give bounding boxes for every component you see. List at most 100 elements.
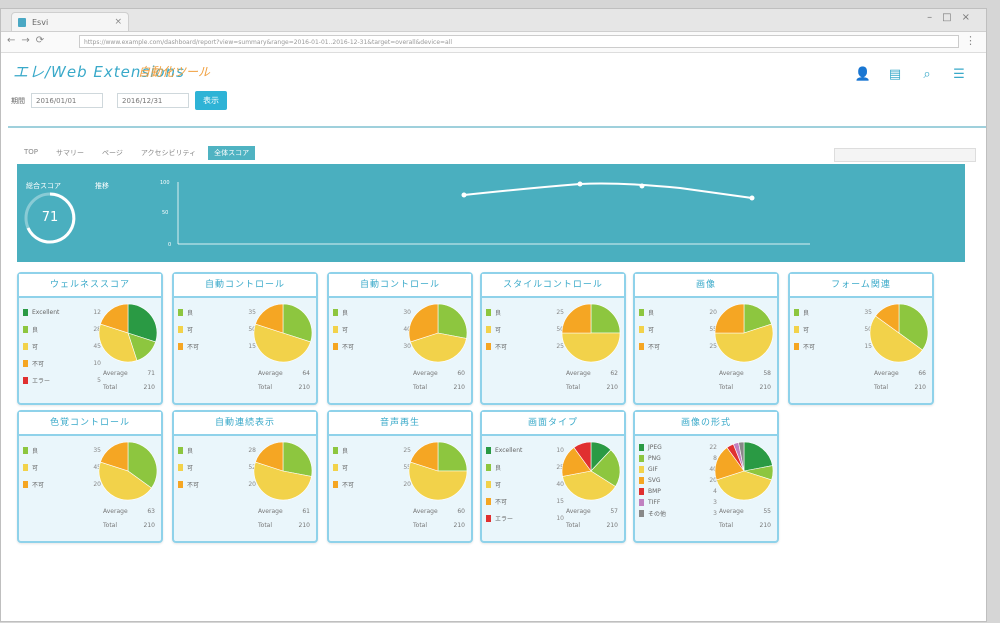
legend-label: 良: [187, 310, 194, 317]
browser-menu-icon[interactable]: ⋮: [965, 34, 976, 47]
pie-chart: [714, 441, 774, 501]
nav-buttons[interactable]: ←→⟳: [7, 35, 50, 46]
card-legend: 良 35 可 45 不可 20: [23, 442, 101, 493]
card-legend: 良 30 可 40 不可 30: [333, 304, 411, 355]
tab-summary[interactable]: サマリー: [50, 146, 90, 160]
score-card[interactable]: スタイルコントロール良 25 可 50 不可 25 Average 62 Total 210: [480, 272, 626, 405]
legend-label: 良: [803, 310, 810, 317]
legend-label: 可: [32, 344, 39, 351]
card-stats: Average 60 Total 210: [413, 508, 465, 536]
legend-item: 可 40: [486, 476, 564, 493]
tab-overall-score[interactable]: 全体スコア: [208, 146, 256, 160]
ytick-top: 100: [160, 180, 170, 186]
stat-value: 71: [147, 370, 155, 377]
browser-tab-title: Esvi: [32, 18, 49, 27]
legend-swatch: [639, 488, 644, 495]
score-card[interactable]: 画像良 20 可 55 不可 25 Average 58 Total 210: [633, 272, 779, 405]
tab-top[interactable]: TOP: [18, 146, 44, 160]
score-card[interactable]: 自動コントロール良 30 可 40 不可 30 Average 60 Total 210: [327, 272, 473, 405]
stat-row: Total 210: [258, 384, 310, 398]
pie-chart: [253, 303, 313, 363]
card-title: 自動連続表示: [174, 412, 316, 436]
stat-label: Total: [566, 522, 581, 529]
pie-slice: [590, 303, 621, 334]
legend-swatch: [23, 326, 28, 333]
pie-chart: [253, 441, 313, 501]
tab-accessibility[interactable]: アクセシビリティ: [135, 146, 202, 160]
legend-swatch: [486, 326, 491, 333]
legend-swatch: [639, 309, 644, 316]
score-card[interactable]: ウェルネススコア Excellent 12 良 28 可 45 不可 10 エラー 5 Average…: [17, 272, 163, 405]
legend-label: 可: [495, 482, 502, 489]
legend-label: 不可: [342, 344, 355, 351]
legend-item: 不可 25: [486, 338, 564, 355]
date-to-input[interactable]: 2016/12/31: [117, 93, 189, 108]
stat-row: Total 210: [874, 384, 926, 398]
score-card[interactable]: 自動コントロール良 35 可 50 不可 15 Average 64 Total 210: [172, 272, 318, 405]
legend-label: 可: [803, 327, 810, 334]
legend-item: 良 25: [486, 459, 564, 476]
legend-swatch: [639, 326, 644, 333]
stat-row: Average 60: [413, 508, 465, 522]
score-card[interactable]: 音声再生良 25 可 55 不可 20 Average 60 Total 210: [327, 410, 473, 543]
legend-item: TIFF 3: [639, 497, 717, 508]
date-from-input[interactable]: 2016/01/01: [31, 93, 103, 108]
legend-swatch: [333, 447, 338, 454]
legend-item: 良 35: [23, 442, 101, 459]
stat-label: Total: [874, 384, 889, 391]
stat-row: Average 66: [874, 370, 926, 384]
score-card[interactable]: 自動連続表示良 28 可 52 不可 20 Average 61 Total 210: [172, 410, 318, 543]
legend-label: 不可: [648, 344, 661, 351]
legend-label: 可: [648, 327, 655, 334]
stat-value: 60: [457, 508, 465, 515]
stat-row: Total 210: [719, 384, 771, 398]
legend-label: 可: [187, 465, 194, 472]
tab-pages[interactable]: ページ: [96, 146, 129, 160]
browser-tab[interactable]: Esvi ×: [11, 12, 129, 31]
legend-item: BMP 4: [639, 486, 717, 497]
stat-row: Average 62: [566, 370, 618, 384]
card-title: スタイルコントロール: [482, 274, 624, 298]
stat-label: Average: [413, 370, 438, 377]
card-legend: 良 25 可 50 不可 25: [486, 304, 564, 355]
legend-item: GIF 40: [639, 464, 717, 475]
table-search-input[interactable]: [834, 148, 976, 162]
close-tab-icon[interactable]: ×: [114, 13, 122, 32]
stat-label: Total: [719, 384, 734, 391]
legend-swatch: [333, 326, 338, 333]
card-legend: 良 28 可 52 不可 20: [178, 442, 256, 493]
score-card[interactable]: 色覚コントロール良 35 可 45 不可 20 Average 63 Total 210: [17, 410, 163, 543]
ytick-mid: 50: [162, 210, 168, 216]
url-field[interactable]: https://www.example.com/dashboard/report…: [79, 35, 959, 48]
divider: [8, 126, 986, 128]
pie-chart: [869, 303, 929, 363]
window-controls[interactable]: –□×: [927, 12, 980, 23]
stat-label: Average: [413, 508, 438, 515]
legend-label: 不可: [342, 482, 355, 489]
legend-swatch: [333, 481, 338, 488]
score-card[interactable]: 画面タイプ Excellent 10 良 25 可 40 不可 15 エラー 10 Average 57…: [480, 410, 626, 543]
legend-value: 10: [556, 515, 564, 522]
view-tabs: TOP サマリー ページ アクセシビリティ 全体スコア: [18, 146, 256, 160]
menu-icon[interactable]: ☰: [950, 67, 968, 83]
search-icon[interactable]: ⌕: [918, 67, 936, 83]
legend-item: 不可 15: [794, 338, 872, 355]
score-card[interactable]: フォーム関連良 35 可 50 不可 15 Average 66 Total 210: [788, 272, 934, 405]
legend-swatch: [23, 309, 28, 316]
card-title: 自動コントロール: [329, 274, 471, 298]
legend-swatch: [333, 343, 338, 350]
legend-label: 良: [342, 448, 349, 455]
database-icon[interactable]: ▤: [886, 67, 904, 83]
legend-item: Excellent 10: [486, 442, 564, 459]
favicon-icon: [18, 18, 26, 27]
card-stats: Average 57 Total 210: [566, 508, 618, 536]
stat-value: 61: [302, 508, 310, 515]
legend-item: その他 3: [639, 508, 717, 519]
legend-swatch: [639, 466, 644, 473]
stat-label: Total: [566, 384, 581, 391]
score-card[interactable]: 画像の形式 JPEG 22 PNG 8 GIF 40 SVG 20 BMP 4 TIFF 3 その他 3 Av…: [633, 410, 779, 543]
apply-button[interactable]: 表示: [195, 91, 227, 110]
pie-chart: [714, 303, 774, 363]
legend-label: エラー: [32, 378, 51, 385]
user-icon[interactable]: 👤: [854, 67, 872, 83]
